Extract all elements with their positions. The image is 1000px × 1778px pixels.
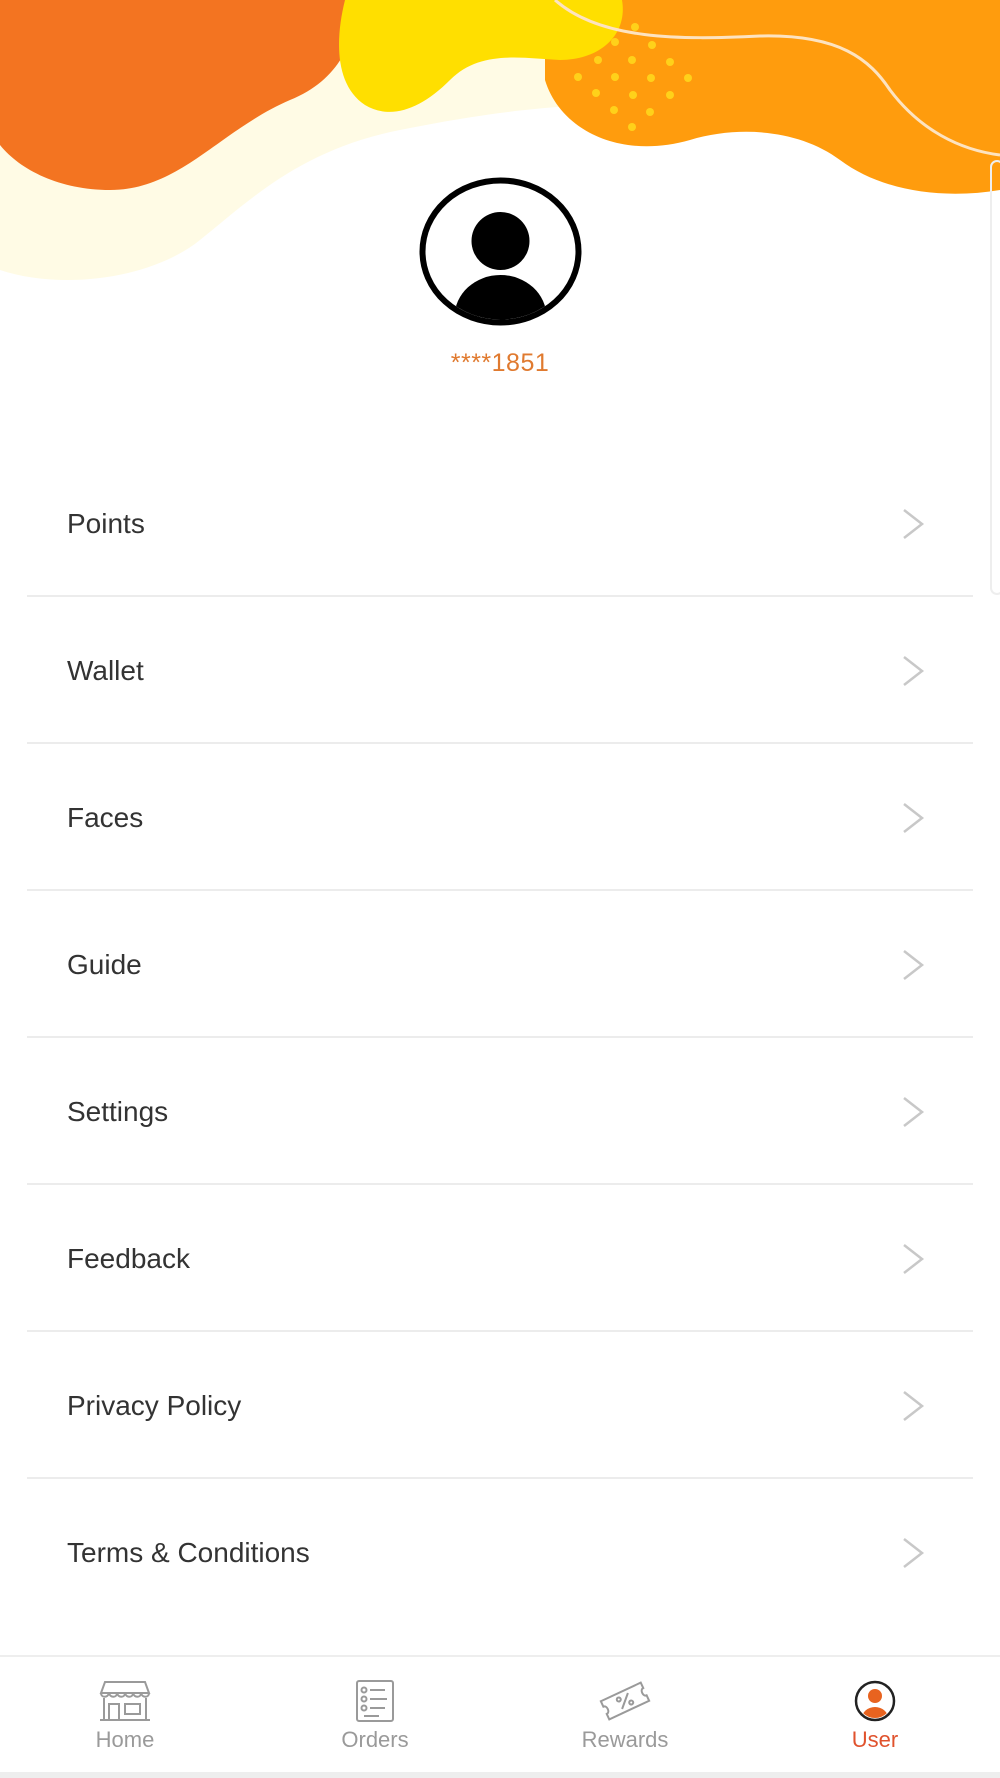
masked-phone-number: ****1851 — [450, 349, 550, 377]
menu-item-settings[interactable]: Settings — [27, 1038, 973, 1185]
store-icon — [99, 1681, 151, 1721]
menu-item-faces[interactable]: Faces — [27, 744, 973, 891]
bottom-tab-bar: Home Orders Rewards User — [0, 1655, 1000, 1778]
menu-item-label: Terms & Conditions — [67, 1537, 310, 1568]
menu-item-label: Wallet — [67, 655, 144, 686]
menu-item-label: Points — [67, 508, 145, 539]
tab-home[interactable]: Home — [0, 1657, 250, 1775]
menu-item-label: Privacy Policy — [67, 1390, 242, 1421]
menu-item-privacy-policy[interactable]: Privacy Policy — [27, 1332, 973, 1479]
chevron-right-icon — [903, 950, 925, 980]
tab-label: Home — [95, 1727, 155, 1752]
side-panel-edge — [990, 160, 1000, 595]
chevron-right-icon — [903, 1391, 925, 1421]
menu-item-label: Guide — [67, 949, 142, 980]
tab-user[interactable]: User — [750, 1657, 1000, 1775]
account-menu: Points Wallet Faces Guide Settings Feedb… — [27, 450, 973, 1626]
tab-label: Orders — [341, 1727, 409, 1752]
coupon-ticket-icon — [599, 1681, 651, 1721]
tab-label: Rewards — [581, 1727, 669, 1752]
menu-item-label: Faces — [67, 802, 144, 833]
tab-label: User — [851, 1727, 899, 1752]
chevron-right-icon — [903, 656, 925, 686]
user-avatar[interactable] — [419, 177, 582, 326]
user-avatar-icon — [419, 177, 582, 326]
chevron-right-icon — [903, 509, 925, 539]
menu-item-feedback[interactable]: Feedback — [27, 1185, 973, 1332]
menu-item-wallet[interactable]: Wallet — [27, 597, 973, 744]
chevron-right-icon — [903, 803, 925, 833]
user-icon — [854, 1680, 896, 1722]
menu-item-label: Feedback — [67, 1243, 190, 1274]
chevron-right-icon — [903, 1097, 925, 1127]
menu-item-label: Settings — [67, 1096, 169, 1127]
chevron-right-icon — [903, 1244, 925, 1274]
system-nav-strip — [0, 1772, 1000, 1778]
menu-item-terms-conditions[interactable]: Terms & Conditions — [27, 1479, 973, 1626]
order-list-icon — [356, 1680, 394, 1722]
chevron-right-icon — [903, 1538, 925, 1568]
tab-orders[interactable]: Orders — [250, 1657, 500, 1775]
menu-item-guide[interactable]: Guide — [27, 891, 973, 1038]
tab-rewards[interactable]: Rewards — [500, 1657, 750, 1775]
menu-item-points[interactable]: Points — [27, 450, 973, 597]
